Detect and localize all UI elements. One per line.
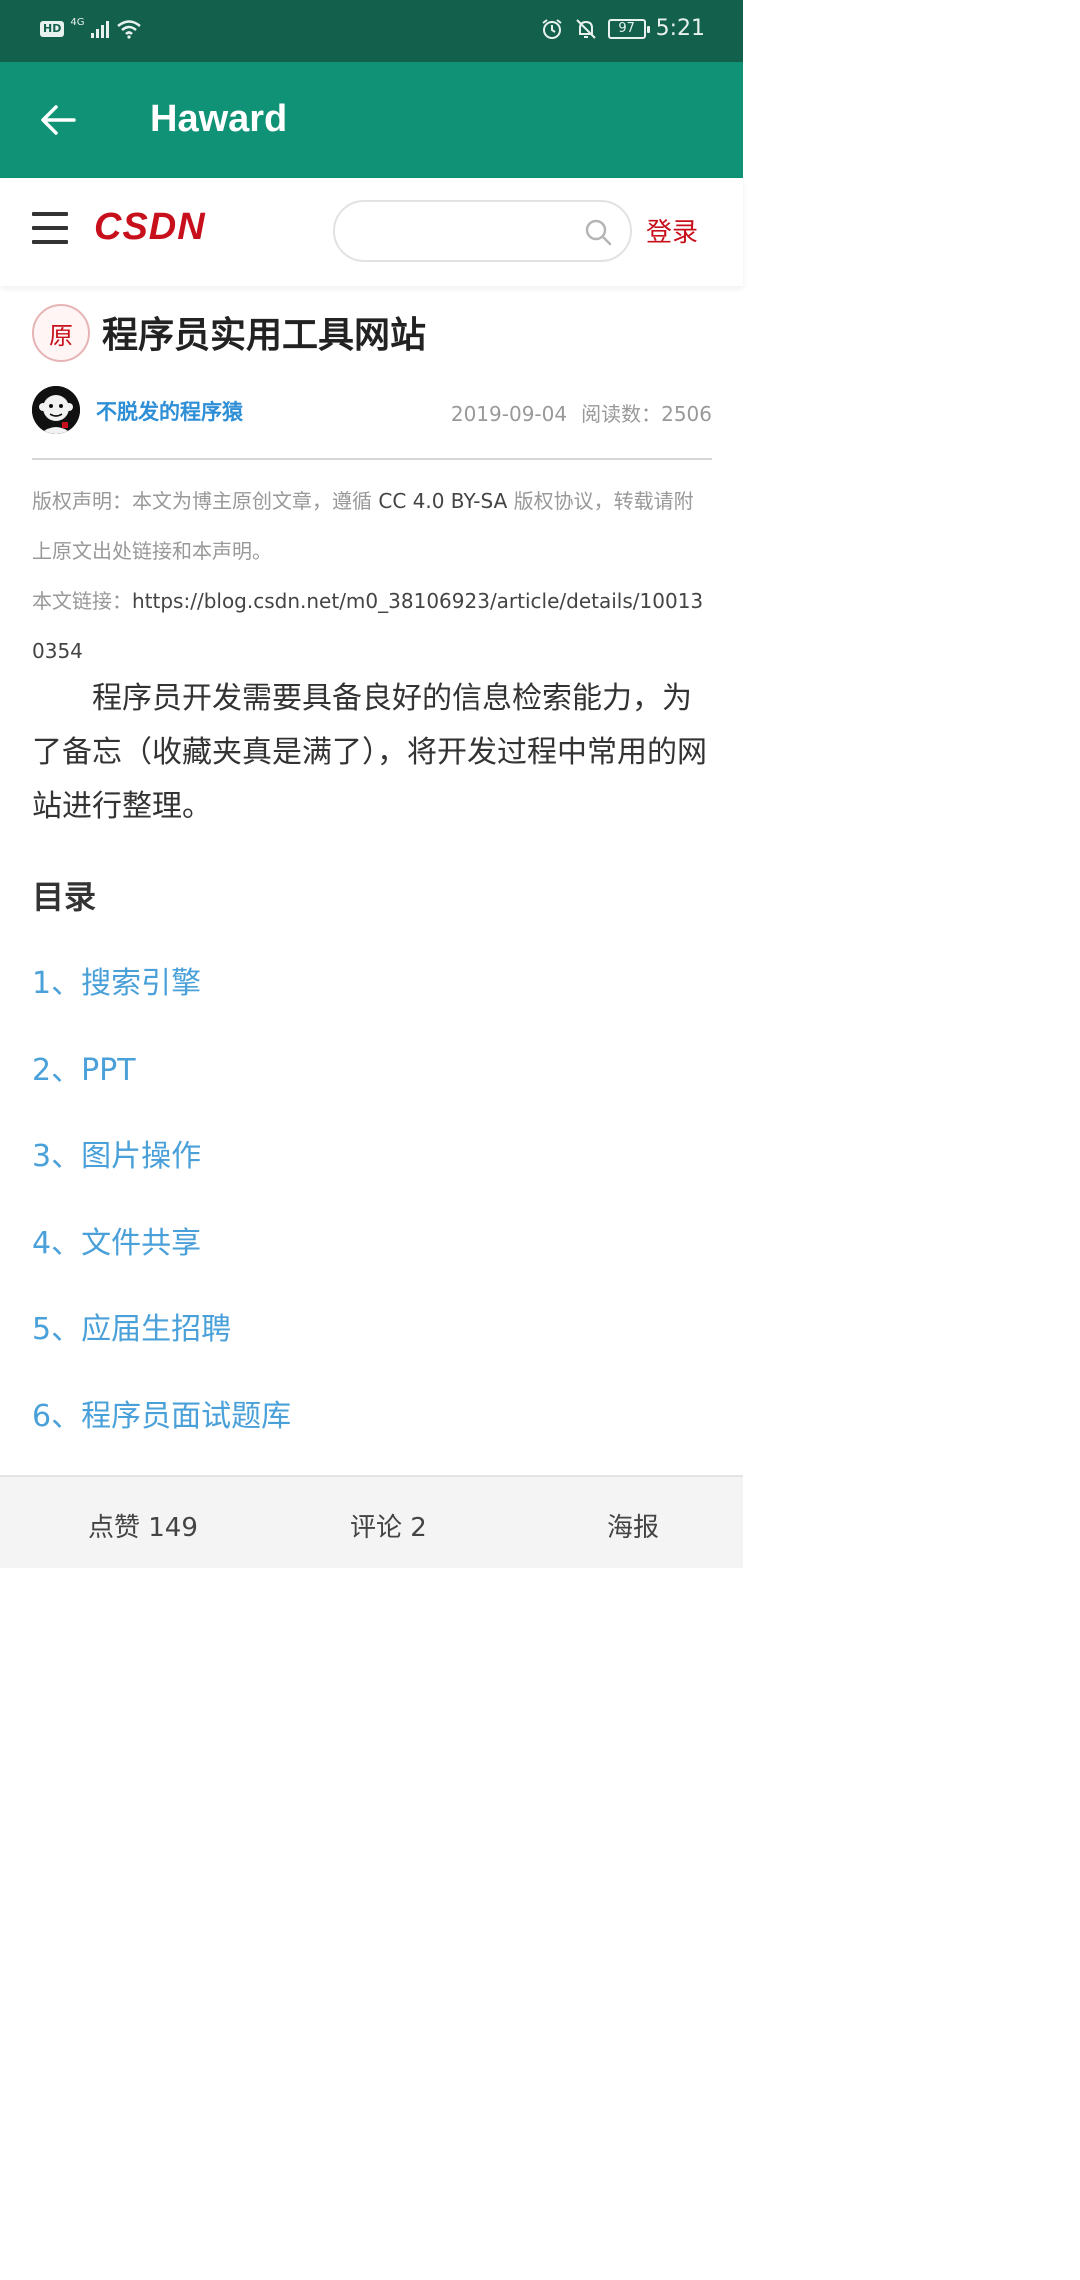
toc-item[interactable]: 2、PPT xyxy=(32,1045,712,1132)
toc-item[interactable]: 6、程序员面试题库 xyxy=(32,1391,712,1478)
menu-icon-line xyxy=(32,212,68,216)
search-icon[interactable] xyxy=(584,218,612,246)
poster-button[interactable]: 海报 xyxy=(607,1507,659,1544)
toc-item[interactable]: 5、应届生招聘 xyxy=(32,1304,712,1391)
reads-count: 2506 xyxy=(661,402,712,426)
article-link[interactable]: https://blog.csdn.net/m0_38106923/articl… xyxy=(32,589,703,663)
clock: 5:21 xyxy=(655,16,705,41)
mute-bell-icon xyxy=(575,18,596,39)
status-bar: HD 4G 97 5:21 xyxy=(0,0,743,62)
csdn-logo[interactable]: CSDN xyxy=(94,206,206,249)
menu-icon-line xyxy=(32,226,68,230)
search-box[interactable] xyxy=(333,200,632,262)
copyright-prefix: 版权声明：本文为博主原创文章，遵循 xyxy=(32,489,372,513)
copyright-notice: 版权声明：本文为博主原创文章，遵循 CC 4.0 BY-SA 版权协议，转载请附… xyxy=(32,476,712,676)
site-header: CSDN 登录 xyxy=(0,178,743,286)
divider xyxy=(32,458,712,460)
app-bar: Haward xyxy=(0,62,743,178)
network-type: 4G xyxy=(70,16,85,28)
toc-item[interactable]: 4、文件共享 xyxy=(32,1218,712,1305)
menu-icon-line xyxy=(32,240,68,244)
login-button[interactable]: 登录 xyxy=(646,212,698,249)
like-button[interactable]: 点赞 149 xyxy=(88,1507,198,1544)
copyright-license: CC 4.0 BY-SA xyxy=(378,489,508,513)
comment-button[interactable]: 评论 2 xyxy=(350,1507,427,1544)
monkey-avatar-icon xyxy=(32,386,80,434)
bottom-action-bar: 点赞 149 评论 2 海报 xyxy=(0,1475,743,1568)
toc-heading: 目录 xyxy=(32,878,97,916)
link-label: 本文链接： xyxy=(32,589,132,613)
reads-label: 阅读数： xyxy=(581,402,662,426)
status-left: HD 4G xyxy=(40,16,142,39)
alarm-icon xyxy=(541,18,562,39)
article-title: 程序员实用工具网站 xyxy=(102,315,427,356)
toc-item[interactable]: 1、搜索引擎 xyxy=(32,958,712,1045)
battery-indicator: 97 xyxy=(607,18,650,39)
app-title: Haward xyxy=(150,98,288,140)
status-right: 97 5:21 xyxy=(540,16,705,41)
search-input[interactable] xyxy=(353,216,583,246)
menu-button[interactable] xyxy=(32,212,68,248)
avatar[interactable] xyxy=(32,386,80,434)
author-name[interactable]: 不脱发的程序猿 xyxy=(96,396,243,426)
publish-date: 2019-09-04 xyxy=(450,402,568,426)
intro-paragraph: 程序员开发需要具备良好的信息检索能力，为了备忘（收藏夹真是满了），将开发过程中常… xyxy=(32,681,707,824)
wifi-icon xyxy=(117,20,142,39)
table-of-contents: 1、搜索引擎 2、PPT 3、图片操作 4、文件共享 5、应届生招聘 6、程序员… xyxy=(32,958,712,1478)
article-meta: 2019-09-04 阅读数：2506 xyxy=(437,398,712,427)
hd-badge: HD xyxy=(40,21,65,37)
toc-item[interactable]: 3、图片操作 xyxy=(32,1131,712,1218)
original-badge: 原 xyxy=(32,304,90,362)
back-button[interactable] xyxy=(38,100,78,140)
back-arrow-icon xyxy=(41,105,76,135)
author-row: 不脱发的程序猿 2019-09-04 阅读数：2506 xyxy=(32,386,712,436)
signal-icon xyxy=(91,21,110,38)
